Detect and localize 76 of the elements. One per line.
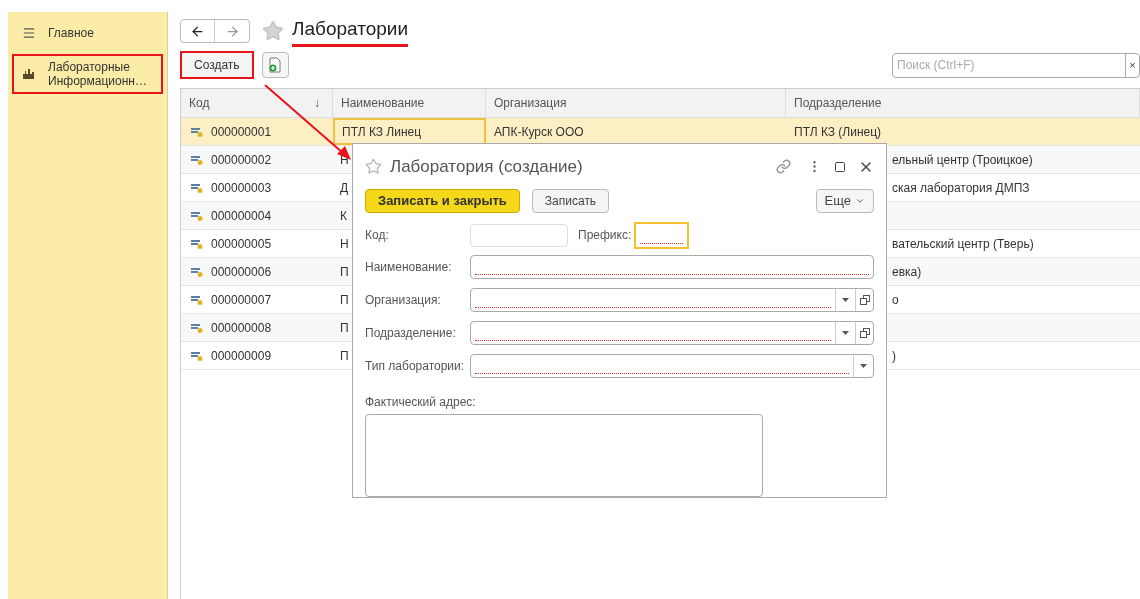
add-document-button[interactable] [261,52,289,78]
table-cell-text: ская лаборатория ДМПЗ [892,179,1030,197]
maximize-icon[interactable] [834,160,846,173]
field-label: Наименование: [365,259,453,276]
table-cell-text: П [340,291,349,309]
table-cell-text: Д [340,179,349,197]
field-label: Код: [365,227,390,244]
field-label: Организация: [365,292,442,309]
add-document-icon [268,57,283,73]
favorite-star-icon[interactable] [365,158,382,175]
table-cell-text: 000000006 [211,263,272,281]
catalog-item-icon [191,126,203,137]
open-window-icon[interactable] [859,295,870,305]
table-cell-text: 000000001 [211,123,272,141]
field-label: Префикс: [578,227,633,244]
table-cell-text: АПК-Курск ООО [494,123,584,141]
menu-icon [22,26,36,40]
save-and-close-button[interactable]: Записать и закрыть [365,189,520,213]
table-cell-text: 000000002 [211,151,272,169]
favorite-star-icon[interactable] [262,20,284,42]
catalog-item-icon [191,350,203,361]
text-area[interactable] [365,414,763,497]
table-cell-text: 000000007 [211,291,272,309]
table-cell-text: ПТЛ КЗ (Линец) [794,123,882,141]
table-cell-text: П [340,319,349,337]
table-cell-text: вательский центр (Тверь) [892,235,1034,253]
create-button[interactable]: Создать [180,51,254,79]
dropdown-icon[interactable] [860,364,867,368]
link-icon[interactable] [776,159,791,174]
column-header[interactable]: Код ↓ [181,89,333,117]
table-cell-text: о [892,291,899,309]
sidebar-item[interactable]: Лабораторные Информационн… [12,54,163,94]
table-cell-text: евка) [892,263,922,281]
field-label: Тип лаборатории: [365,358,466,375]
catalog-item-icon [191,154,203,165]
table-cell-text: 000000009 [211,347,272,365]
sidebar-item[interactable]: Главное [12,20,163,46]
caret-icon [855,196,865,206]
field-label: Фактический адрес: [365,394,477,411]
more-button[interactable]: Еще [815,189,874,213]
dropdown-icon[interactable] [842,331,849,335]
dropdown-field[interactable] [470,321,874,345]
catalog-item-icon [191,322,203,333]
table-cell-text: ельный центр (Троицкое) [892,151,1033,169]
table-cell-text: ) [892,347,896,365]
table-cell-text: 000000004 [211,207,272,225]
input-field[interactable] [470,255,874,279]
table-cell-text: ПТЛ КЗ Линец [342,123,422,141]
catalog-item-icon [191,266,203,277]
table-cell-text: 000000008 [211,319,272,337]
table-row[interactable]: 000000001 ПТЛ КЗ Линец АПК-Курск ООО ПТЛ КЗ (Линец) [181,118,1140,146]
table-cell-text: П [340,347,349,365]
table-cell-text: К [340,207,347,225]
table-cell-text: П [340,263,349,281]
catalog-item-icon [191,210,203,221]
page-title: Лаборатории [292,15,409,47]
column-header[interactable]: Организация [486,89,786,117]
dropdown-field[interactable] [470,288,874,312]
catalog-item-icon [191,238,203,249]
save-button[interactable]: Записать [531,189,610,213]
field-label: Подразделение: [365,325,457,342]
catalog-item-icon [191,294,203,305]
dropdown-field[interactable] [470,354,874,378]
input-field[interactable] [634,221,689,249]
dialog-title: Лаборатория (создание) [390,155,584,178]
chart-icon [22,68,36,80]
catalog-item-icon [191,182,203,193]
table-cell-text: 000000005 [211,235,272,253]
search-field[interactable]: Поиск (Ctrl+F) × [892,52,1140,78]
table-cell-text: 000000003 [211,179,272,197]
table-cell-text: Н [340,235,349,253]
column-header[interactable]: Подразделение [786,89,1140,117]
column-header[interactable]: Наименование [333,89,486,117]
open-window-icon[interactable] [859,328,870,338]
dropdown-icon[interactable] [842,298,849,302]
clear-search-button[interactable]: × [1125,53,1139,77]
